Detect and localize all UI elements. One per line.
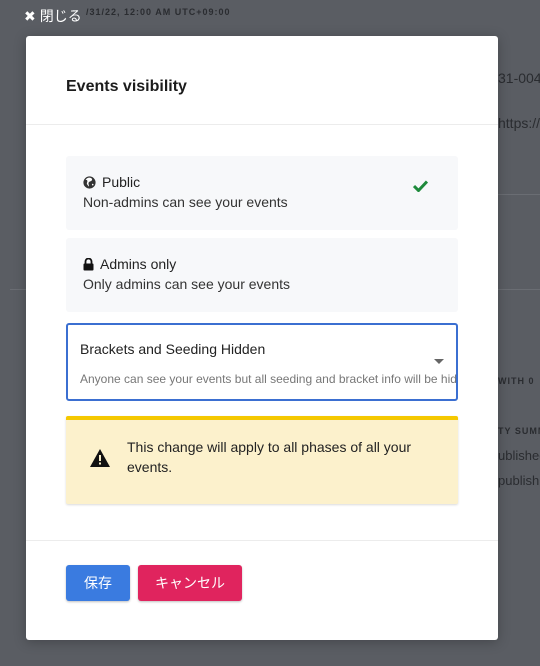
close-icon: ✖ xyxy=(24,7,36,24)
bg-date: /31/22, 12:00 AM UTC+09:00 xyxy=(86,7,231,17)
bg-divider xyxy=(498,194,540,195)
option-public-header: Public xyxy=(83,174,140,190)
option-public[interactable]: Public Non-admins can see your events xyxy=(66,156,458,230)
bg-published: publish xyxy=(498,473,540,488)
bg-url: https:// xyxy=(498,115,540,131)
bg-published: ublished xyxy=(498,448,540,463)
cancel-button[interactable]: キャンセル xyxy=(138,565,242,601)
dropdown-value: Brackets and Seeding Hidden xyxy=(80,341,266,357)
warning-text: This change will apply to all phases of … xyxy=(127,439,412,475)
option-public-title: Public xyxy=(102,174,141,190)
visibility-dropdown[interactable]: Brackets and Seeding Hidden Anyone can s… xyxy=(66,323,458,401)
modal-title: Events visibility xyxy=(66,78,187,95)
option-admins-title: Admins only xyxy=(100,256,177,272)
footer-divider xyxy=(26,540,498,541)
save-button[interactable]: 保存 xyxy=(66,565,130,601)
chevron-down-icon xyxy=(434,359,444,364)
warning-icon xyxy=(90,449,110,467)
bg-id: 31-004 xyxy=(498,70,540,86)
option-public-description: Non-admins can see your events xyxy=(83,194,288,210)
option-admins-header: Admins only xyxy=(83,256,176,272)
events-visibility-modal: Events visibility Public Non-admins can … xyxy=(26,36,498,640)
bg-divider xyxy=(498,289,540,290)
bg-summary: TY SUMM xyxy=(498,426,540,436)
dropdown-description: Anyone can see your events but all seedi… xyxy=(80,372,458,386)
option-admins-description: Only admins can see your events xyxy=(83,276,290,292)
close-button[interactable]: ✖ 閉じる xyxy=(24,6,82,26)
lock-icon xyxy=(83,257,94,270)
globe-icon xyxy=(83,175,96,189)
modal-header: Events visibility xyxy=(26,36,498,125)
warning-alert: This change will apply to all phases of … xyxy=(66,416,458,504)
checkmark-icon xyxy=(413,180,428,192)
close-label: 閉じる xyxy=(39,8,82,24)
bg-divider xyxy=(10,289,26,290)
option-admins-only[interactable]: Admins only Only admins can see your eve… xyxy=(66,238,458,312)
bg-with: WITH 0 xyxy=(498,376,535,386)
